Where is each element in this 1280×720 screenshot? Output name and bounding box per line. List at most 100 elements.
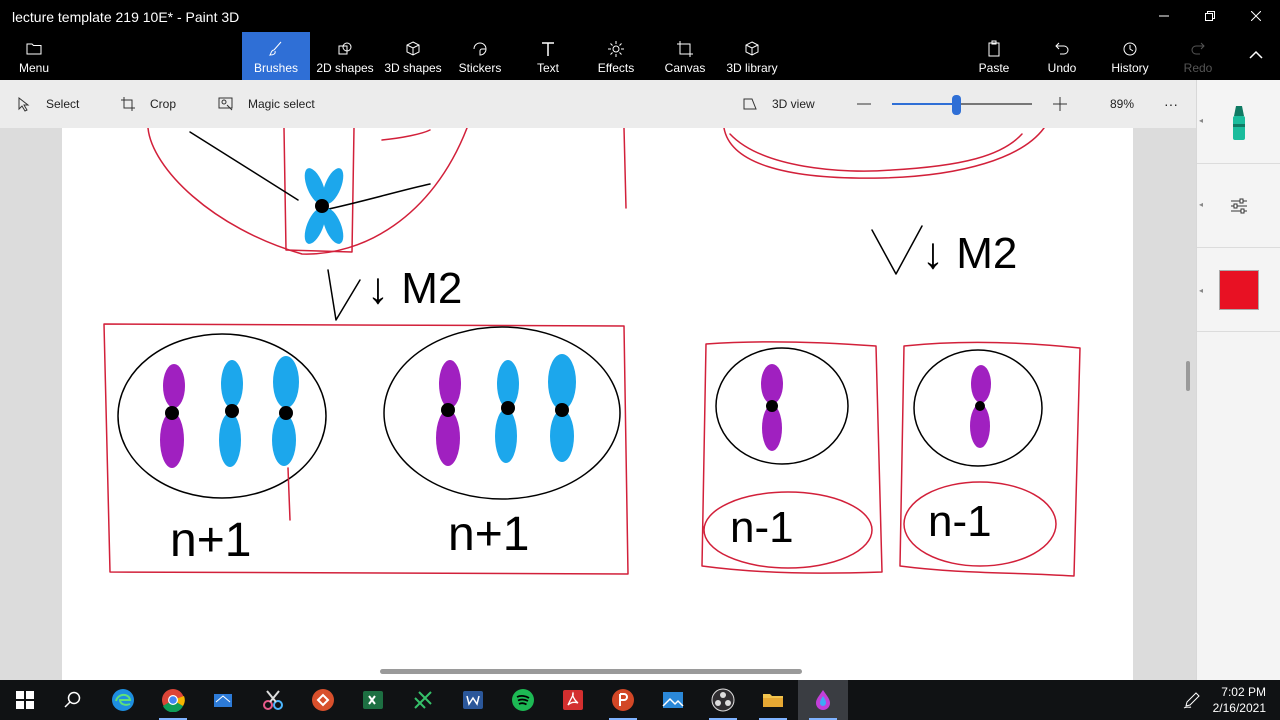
n-minus-1-cell-left bbox=[715, 347, 849, 465]
zoom-in-button[interactable] bbox=[1052, 80, 1068, 128]
close-icon bbox=[1251, 11, 1261, 21]
vertical-scrollbar[interactable] bbox=[1186, 361, 1190, 391]
window-title: lecture template 219 10E* - Paint 3D bbox=[12, 9, 240, 25]
history-button[interactable]: History bbox=[1108, 32, 1152, 80]
magic-select-button[interactable]: Magic select bbox=[218, 80, 315, 128]
effects-tab[interactable]: Effects bbox=[590, 32, 642, 80]
workspace: ↓ M2 ↓ M2 n+1 n+1 n-1 n-1 bbox=[0, 128, 1196, 680]
taskbar-clock[interactable]: 7:02 PM 2/16/2021 bbox=[1213, 684, 1266, 716]
brush-type-section[interactable]: ◂ bbox=[1197, 80, 1280, 164]
label-n-minus-1-left: n-1 bbox=[730, 503, 794, 552]
plus-icon bbox=[1053, 97, 1067, 111]
spotify-icon bbox=[512, 689, 534, 711]
zoom-percent[interactable]: 89% bbox=[1110, 80, 1134, 128]
restore-button[interactable] bbox=[1187, 0, 1233, 32]
zoom-out-button[interactable] bbox=[856, 80, 872, 128]
stickers-tab[interactable]: Stickers bbox=[450, 32, 510, 80]
taskbar-app-blue[interactable] bbox=[198, 680, 248, 720]
main-ribbon: Menu Brushes 2D shapes 3D shapes Sticker… bbox=[0, 32, 1280, 80]
brushes-tab[interactable]: Brushes bbox=[242, 32, 310, 80]
windows-logo-icon bbox=[16, 691, 34, 709]
undo-button[interactable]: Undo bbox=[1042, 32, 1082, 80]
3d-view-icon bbox=[743, 98, 757, 110]
label-m2-left: ↓ M2 bbox=[367, 264, 462, 313]
app-blue-icon bbox=[214, 694, 232, 707]
more-options-button[interactable]: ··· bbox=[1164, 80, 1178, 128]
select-button[interactable]: Select bbox=[16, 80, 79, 128]
taskbar-acrobat[interactable] bbox=[548, 680, 598, 720]
close-button[interactable] bbox=[1233, 0, 1279, 32]
brush-side-panel: ◂ ◂ ◂ bbox=[1196, 80, 1280, 680]
cursor-icon bbox=[18, 96, 30, 112]
zoom-slider-track[interactable] bbox=[892, 103, 1032, 105]
sun-icon bbox=[608, 41, 624, 57]
folder-icon bbox=[26, 43, 42, 55]
clock-date: 2/16/2021 bbox=[1212, 701, 1266, 715]
search-button[interactable] bbox=[48, 680, 98, 720]
app-orange-icon bbox=[312, 689, 334, 711]
3d-shapes-tab[interactable]: 3D shapes bbox=[380, 32, 446, 80]
undo-icon bbox=[1055, 42, 1069, 55]
taskbar-word[interactable] bbox=[448, 680, 498, 720]
taskbar-excel[interactable] bbox=[348, 680, 398, 720]
taskbar-obs[interactable] bbox=[698, 680, 748, 720]
taskbar-spotify[interactable] bbox=[498, 680, 548, 720]
crop-button[interactable]: Crop bbox=[120, 80, 176, 128]
sticker-icon bbox=[473, 42, 487, 56]
folder-icon bbox=[763, 694, 783, 707]
sliders-icon bbox=[1231, 198, 1247, 214]
taskbar-snip[interactable] bbox=[248, 680, 298, 720]
single-chromosome-left bbox=[761, 364, 783, 451]
excel-icon bbox=[363, 691, 383, 709]
redo-button[interactable]: Redo bbox=[1180, 32, 1216, 80]
marker-icon bbox=[1233, 106, 1245, 140]
brush-settings-section[interactable]: ◂ bbox=[1197, 164, 1280, 248]
zoom-slider-thumb[interactable] bbox=[952, 95, 962, 115]
arrow-m2-left bbox=[327, 269, 361, 321]
taskbar-file-explorer[interactable] bbox=[748, 680, 798, 720]
minimize-button[interactable] bbox=[1141, 0, 1187, 32]
taskbar-app-orange[interactable] bbox=[298, 680, 348, 720]
selected-color-swatch[interactable] bbox=[1219, 270, 1259, 310]
restore-icon bbox=[1205, 11, 1215, 21]
horizontal-scrollbar[interactable] bbox=[380, 669, 802, 674]
taskbar-edge[interactable] bbox=[98, 680, 148, 720]
pen-workspace-button[interactable] bbox=[1170, 680, 1214, 720]
magic-select-icon bbox=[218, 97, 233, 111]
text-tab[interactable]: Text bbox=[522, 32, 574, 80]
3d-view-toggle[interactable]: 3D view bbox=[742, 80, 815, 128]
collapse-ribbon-button[interactable] bbox=[1236, 32, 1276, 80]
drawing-canvas[interactable]: ↓ M2 ↓ M2 n+1 n+1 n-1 n-1 bbox=[62, 128, 1133, 680]
taskbar-paint3d[interactable] bbox=[798, 680, 848, 720]
canvas-icon bbox=[677, 41, 693, 57]
windows-taskbar: 7:02 PM 2/16/2021 bbox=[0, 680, 1280, 720]
taskbar-photos[interactable] bbox=[648, 680, 698, 720]
clipboard-icon bbox=[988, 40, 1000, 57]
pen-icon bbox=[1183, 692, 1200, 709]
obs-icon bbox=[711, 688, 735, 712]
chromosome-group-left bbox=[160, 356, 299, 468]
expand-arrow-icon: ◂ bbox=[1199, 116, 1204, 125]
canvas-tab[interactable]: Canvas bbox=[658, 32, 712, 80]
taskbar-app-green[interactable] bbox=[398, 680, 448, 720]
tool-options-bar: Select Crop Magic select 3D view 89% ··· bbox=[0, 80, 1196, 128]
brush-icon bbox=[268, 41, 282, 56]
text-icon bbox=[542, 42, 554, 56]
cube-icon bbox=[406, 41, 420, 56]
2d-shapes-icon bbox=[338, 42, 352, 55]
taskbar-chrome[interactable] bbox=[148, 680, 198, 720]
paste-button[interactable]: Paste bbox=[974, 32, 1014, 80]
app-green-icon bbox=[414, 691, 432, 709]
search-icon bbox=[64, 691, 81, 708]
menu-button[interactable]: Menu bbox=[6, 32, 62, 80]
divider-stroke bbox=[623, 128, 627, 209]
title-bar: lecture template 219 10E* - Paint 3D bbox=[0, 0, 1280, 32]
pdf-icon bbox=[563, 690, 583, 710]
2d-shapes-tab[interactable]: 2D shapes bbox=[312, 32, 378, 80]
taskbar-powerpoint[interactable] bbox=[598, 680, 648, 720]
label-n-plus-1-left: n+1 bbox=[170, 514, 251, 567]
color-section[interactable]: ◂ bbox=[1197, 248, 1280, 332]
minus-icon bbox=[857, 103, 871, 105]
3d-library-tab[interactable]: 3D library bbox=[724, 32, 780, 80]
start-button[interactable] bbox=[0, 680, 50, 720]
